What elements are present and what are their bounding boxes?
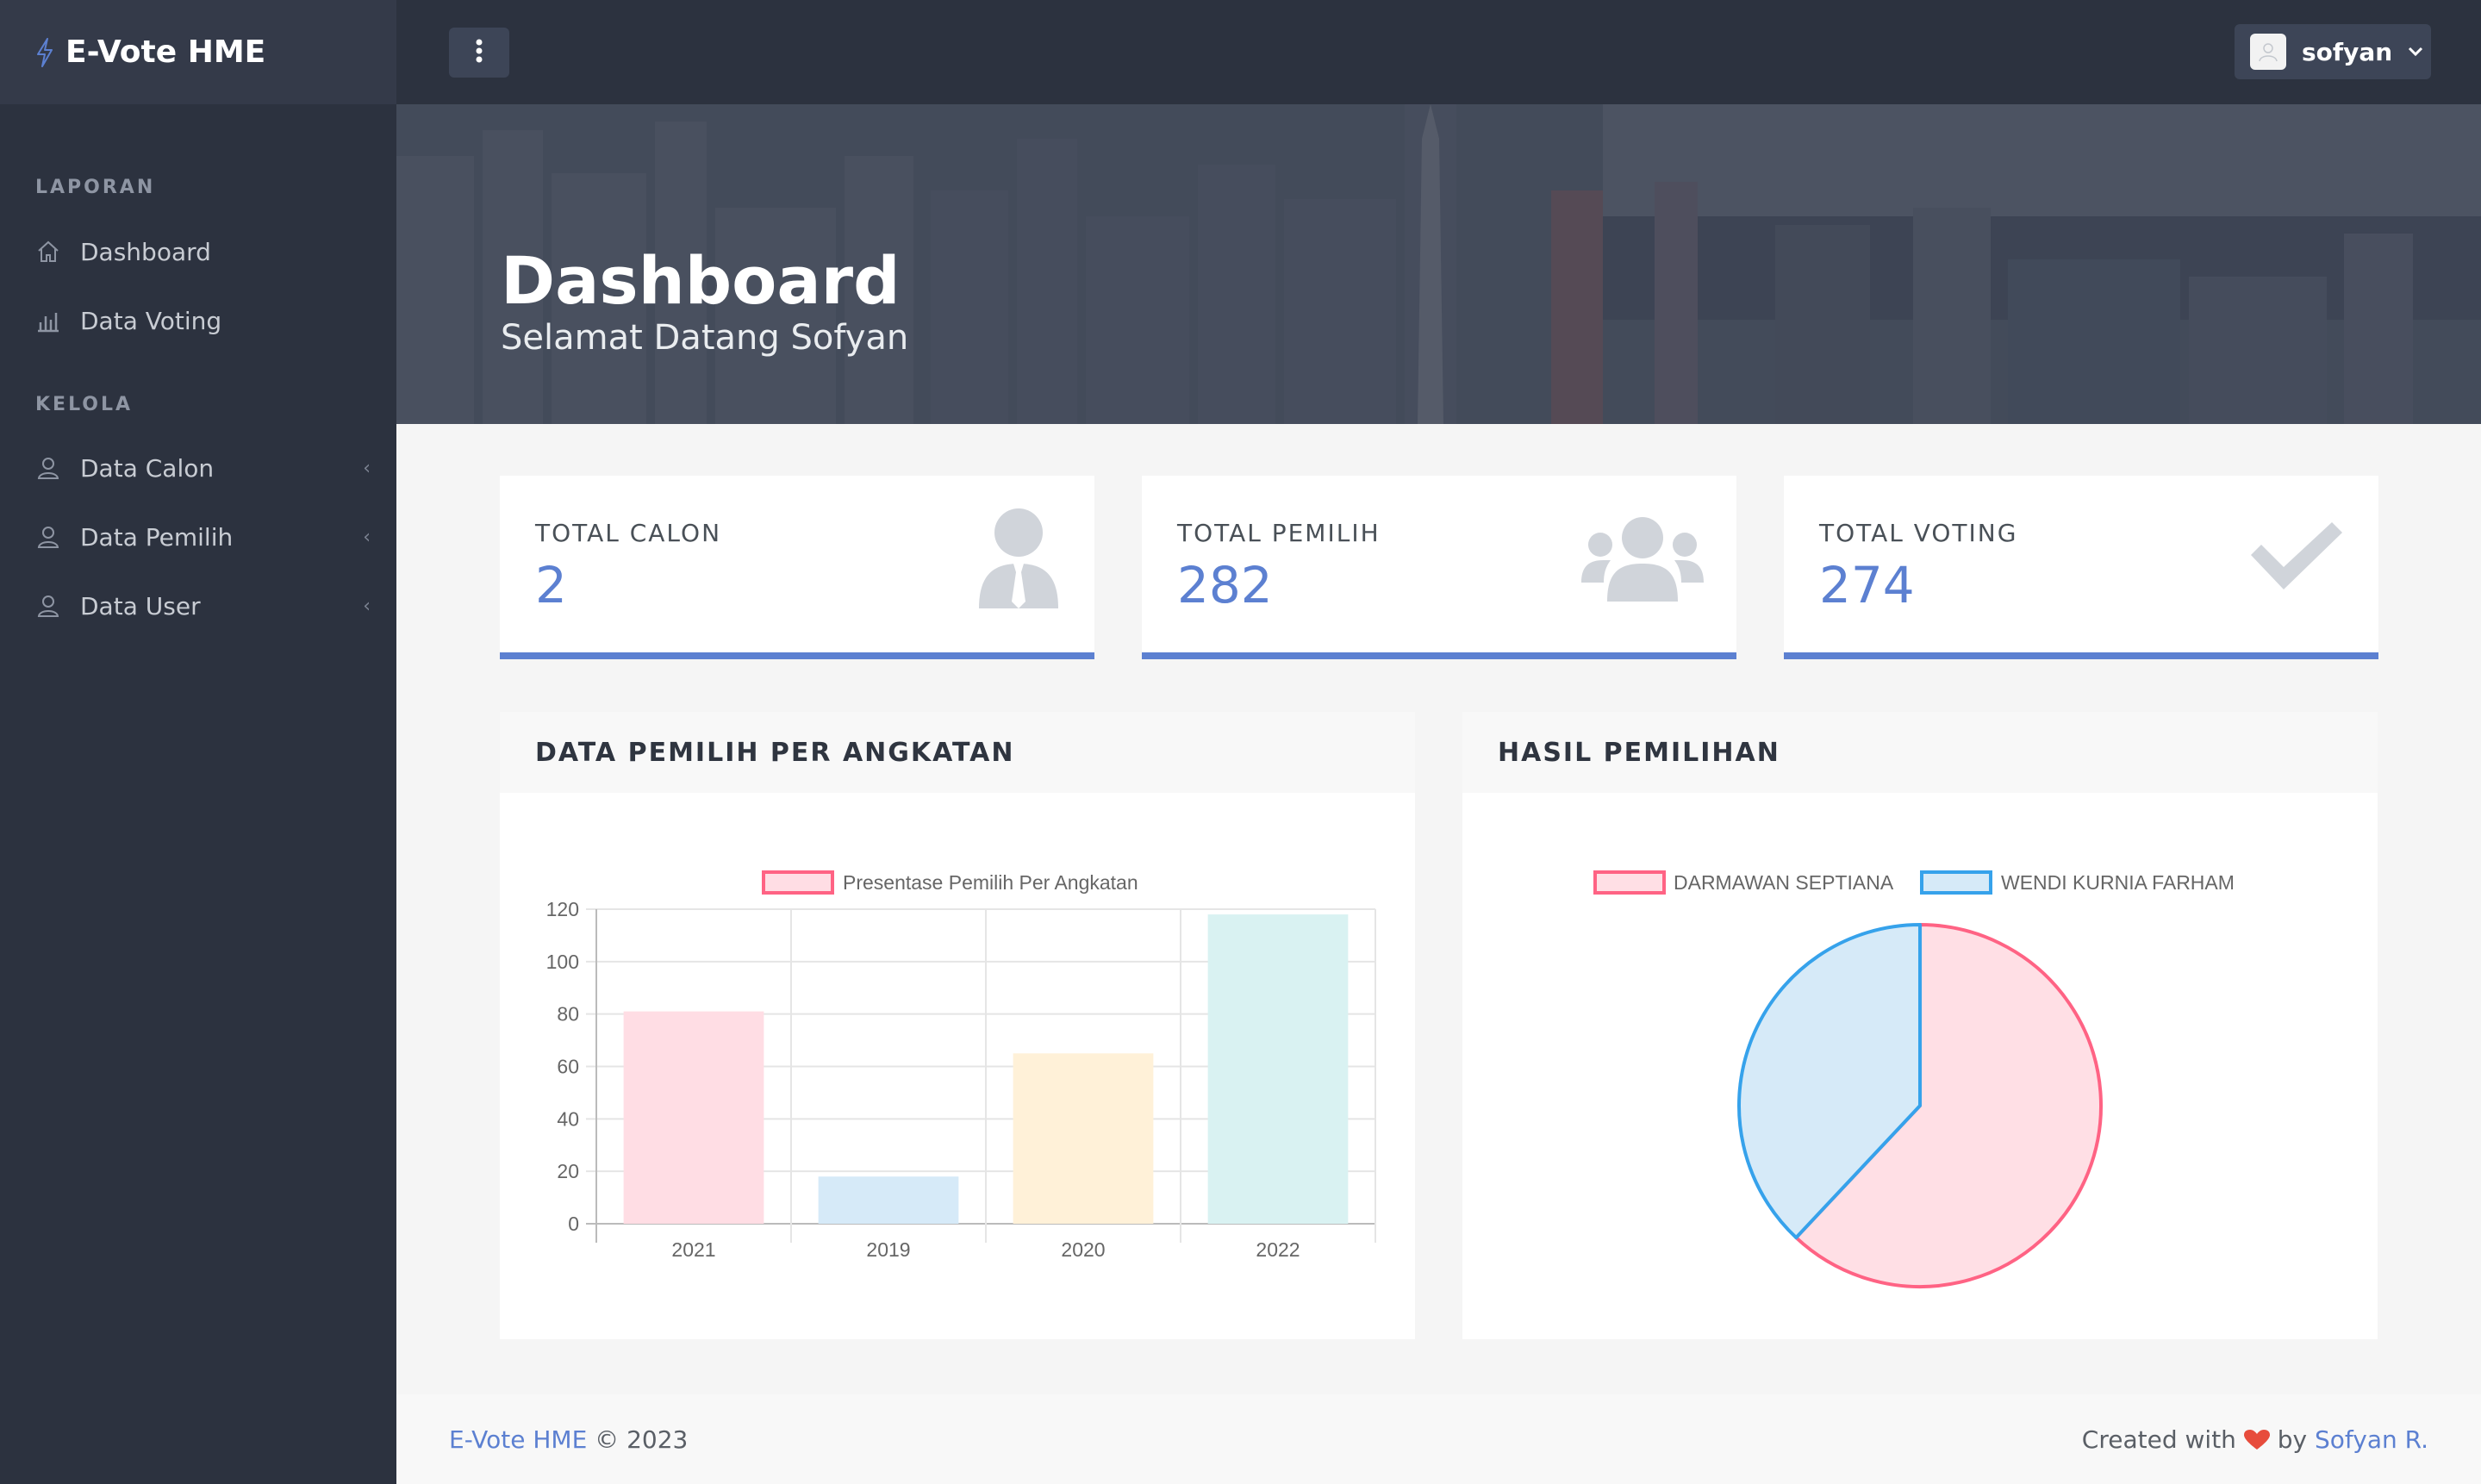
bolt-icon (36, 37, 53, 67)
chart-legend: DARMAWAN SEPTIANA WENDI KURNIA FARHAM (1593, 870, 2235, 895)
stat-value: 2 (535, 556, 567, 614)
sidebar-item-data-voting[interactable]: Data Voting (0, 286, 396, 355)
chevron-left-icon: ‹ (363, 595, 371, 617)
sidebar-item-label: Data Pemilih (80, 522, 234, 552)
legend-swatch (1920, 870, 1992, 895)
panel-title: HASIL PEMILIHAN (1462, 712, 2378, 793)
user-icon (35, 524, 61, 550)
created-text: Created with (2081, 1425, 2236, 1454)
home-icon (35, 239, 61, 265)
bar-chart: Presentase Pemilih Per Angkatan 0 20 40 60 80… (546, 870, 1376, 1261)
stat-value: 274 (1819, 556, 1915, 614)
bar (818, 1176, 959, 1224)
user-icon (35, 455, 61, 481)
legend-label: WENDI KURNIA FARHAM (2001, 871, 2235, 894)
bar (1013, 1053, 1154, 1224)
hero-banner: Dashboard Selamat Datang Sofyan (396, 104, 2481, 424)
sidebar-toggle-button[interactable] (449, 28, 509, 78)
by-text: by (2269, 1425, 2315, 1454)
nav-heading-kelola: KELOLA (35, 394, 134, 415)
stat-label: TOTAL CALON (535, 519, 722, 547)
footer: E-Vote HME © 2023 Created with by Sofyan… (396, 1394, 2481, 1484)
x-tick-label: 2021 (671, 1238, 715, 1261)
author-link[interactable]: Sofyan R. (2315, 1425, 2428, 1454)
sidebar-item-dashboard[interactable]: Dashboard (0, 217, 396, 286)
chevron-left-icon: ‹ (363, 457, 371, 479)
page-subtitle: Selamat Datang Sofyan (501, 318, 909, 358)
panel-hasil-pemilihan: HASIL PEMILIHAN DARMAWAN SEPTIANA WENDI K… (1462, 712, 2378, 1339)
legend-label: Presentase Pemilih Per Angkatan (843, 871, 1138, 894)
sidebar-item-data-pemilih[interactable]: Data Pemilih ‹ (0, 502, 396, 571)
sidebar-item-label: Data User (80, 591, 201, 620)
user-name: sofyan (2302, 37, 2393, 66)
y-tick-label: 80 (557, 1003, 579, 1026)
brand[interactable]: E-Vote HME (0, 0, 396, 104)
x-tick-label: 2019 (866, 1238, 910, 1261)
stat-card-total-voting: TOTAL VOTING 274 (1784, 476, 2378, 659)
x-tick-label: 2022 (1256, 1238, 1300, 1261)
footer-brand-link[interactable]: E-Vote HME (449, 1425, 587, 1454)
y-tick-label: 60 (557, 1056, 579, 1078)
y-tick-label: 100 (546, 951, 579, 973)
vertical-dots-icon (475, 38, 483, 67)
heart-icon (2243, 1425, 2270, 1454)
sidebar-item-label: Data Voting (80, 306, 222, 335)
legend-label: DARMAWAN SEPTIANA (1674, 871, 1894, 894)
panel-title: DATA PEMILIH PER ANGKATAN (500, 712, 1415, 793)
legend-swatch (762, 870, 834, 895)
x-tick-label: 2020 (1061, 1238, 1105, 1261)
chevron-down-icon (2408, 44, 2423, 60)
y-tick-label: 120 (546, 898, 579, 920)
sidebar-item-data-calon[interactable]: Data Calon ‹ (0, 433, 396, 502)
users-icon (1581, 515, 1704, 605)
stat-card-total-pemilih: TOTAL PEMILIH 282 (1142, 476, 1736, 659)
y-tick-label: 40 (557, 1107, 579, 1130)
footer-right: Created with by Sofyan R. (2082, 1425, 2428, 1454)
user-icon (35, 593, 61, 619)
stat-card-total-calon: TOTAL CALON 2 (500, 476, 1094, 659)
check-icon (2247, 521, 2346, 598)
user-dropdown-button[interactable]: sofyan (2235, 24, 2431, 79)
footer-left: E-Vote HME © 2023 (449, 1425, 688, 1454)
bar-chart-icon (35, 308, 61, 334)
nav-heading-laporan: LAPORAN (35, 177, 156, 198)
legend-swatch (1593, 870, 1666, 895)
page-title: Dashboard (501, 242, 901, 319)
y-tick-label: 20 (557, 1160, 579, 1182)
user-tie-icon (976, 507, 1062, 614)
bar (623, 1011, 764, 1224)
pie-chart: DARMAWAN SEPTIANA WENDI KURNIA FARHAM (1593, 870, 2235, 1288)
chart-legend: Presentase Pemilih Per Angkatan (762, 870, 1138, 895)
copyright-text: © 2023 (587, 1425, 689, 1454)
sidebar-item-label: Data Calon (80, 453, 215, 483)
stat-value: 282 (1177, 556, 1273, 614)
sidebar-item-label: Dashboard (80, 237, 211, 266)
avatar (2250, 34, 2286, 70)
chevron-left-icon: ‹ (363, 526, 371, 548)
sidebar: E-Vote HME LAPORAN Dashboard Data Voting… (0, 0, 396, 1484)
stat-label: TOTAL PEMILIH (1177, 519, 1381, 547)
panel-data-pemilih: DATA PEMILIH PER ANGKATAN Presentase Pem… (500, 712, 1415, 1339)
y-tick-label: 0 (568, 1213, 579, 1235)
bar (1207, 914, 1349, 1224)
stat-label: TOTAL VOTING (1819, 519, 2018, 547)
topbar: sofyan (396, 0, 2481, 104)
sidebar-item-data-user[interactable]: Data User ‹ (0, 571, 396, 640)
brand-name: E-Vote HME (65, 34, 266, 70)
